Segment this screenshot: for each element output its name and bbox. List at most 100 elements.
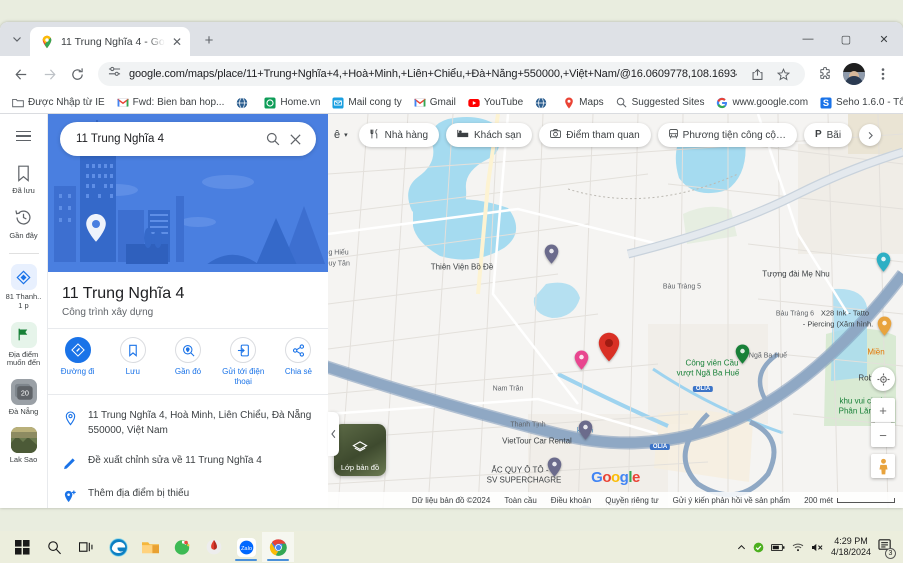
search-button[interactable] — [38, 532, 70, 562]
star-icon[interactable] — [771, 62, 795, 86]
minimize-button[interactable]: — — [789, 22, 827, 56]
rail-item-saved[interactable]: Đã lưu — [0, 162, 48, 196]
monument-marker[interactable] — [876, 252, 891, 272]
bookmark-item[interactable] — [530, 95, 556, 111]
omnibox-actions — [745, 62, 795, 86]
three-dots-icon[interactable] — [871, 62, 895, 86]
bookmark-item[interactable]: Mail cong ty — [327, 95, 406, 111]
bookmark-item[interactable]: Được Nhập từ IE — [7, 95, 110, 111]
close-icon[interactable]: ✕ — [172, 36, 182, 48]
maps-pin-icon — [563, 97, 575, 109]
zalo-button[interactable]: Zalo — [230, 532, 262, 562]
maps-search-bar[interactable]: 11 Trung Nghĩa 4 — [60, 122, 316, 156]
poi-marker[interactable] — [547, 457, 562, 477]
browser-tab[interactable]: 11 Trung Nghĩa 4 - Google Ma ✕ — [30, 27, 190, 56]
task-view-button[interactable] — [70, 532, 102, 562]
bookmark-item[interactable]: Maps — [558, 95, 608, 111]
bookmark-item[interactable]: Home.vn — [259, 95, 325, 111]
clock-date: 4/18/2024 — [830, 547, 871, 557]
selected-place-marker[interactable] — [598, 332, 620, 362]
poi-marker[interactable] — [578, 420, 593, 440]
park-marker[interactable] — [735, 344, 750, 364]
tab-search-button[interactable] — [4, 26, 30, 52]
shopping-marker[interactable] — [574, 350, 589, 370]
extensions-icon[interactable] — [813, 62, 837, 86]
address-bar[interactable]: google.com/maps/place/11+Trung+Nghĩa+4,+… — [98, 62, 805, 86]
svg-text:S: S — [823, 98, 829, 108]
street-view-pegman-icon[interactable] — [871, 454, 895, 478]
bookmark-item[interactable]: Gmail — [409, 95, 461, 111]
hamburger-icon[interactable] — [10, 122, 38, 150]
chip-attractions[interactable]: Điểm tham quan — [539, 123, 651, 147]
footer-link-global[interactable]: Toàn cầu — [504, 496, 536, 505]
chip-restaurants[interactable]: Nhà hàng — [358, 123, 440, 147]
bookmark-item[interactable]: Fwd: Bien ban hop... — [112, 95, 230, 111]
bookmark-item[interactable]: Suggested Sites — [611, 95, 710, 111]
app-green-button[interactable] — [166, 532, 198, 562]
chip-hotels[interactable]: Khách sạn — [446, 123, 533, 147]
language-label: ê — [334, 129, 341, 141]
app-red-button[interactable] — [198, 532, 230, 562]
wifi-icon[interactable] — [792, 542, 804, 552]
file-explorer-button[interactable] — [134, 532, 166, 562]
rail-shortcut-da-nang[interactable]: 20 Đà Nẵng — [0, 378, 48, 417]
nearby-button[interactable]: Gần đó — [160, 337, 215, 387]
bookmark-item[interactable] — [231, 95, 257, 111]
temple-marker[interactable] — [544, 244, 559, 264]
footer-link-terms[interactable]: Điều khoản — [551, 496, 591, 505]
search-input[interactable]: 11 Trung Nghĩa 4 — [76, 133, 262, 145]
footer-link-privacy[interactable]: Quyền riêng tư — [605, 496, 658, 505]
start-button[interactable] — [6, 532, 38, 562]
send-to-phone-button[interactable]: Gửi tới điện thoại — [216, 337, 271, 387]
chip-transit[interactable]: Phương tiện công cộ… — [657, 123, 797, 147]
google-maps-page: Thiên Viện Bồ Đềường Hiếuộc Duy TânBàu T… — [0, 114, 903, 508]
search-hero: 11 Trung Nghĩa 4 — [48, 114, 328, 272]
maximize-button[interactable]: ▢ — [827, 22, 865, 56]
restaurant-marker[interactable] — [877, 316, 892, 336]
battery-icon[interactable] — [770, 543, 785, 552]
notifications-icon[interactable]: 3 — [878, 538, 896, 559]
my-location-icon[interactable] — [871, 367, 895, 391]
map-canvas[interactable]: Thiên Viện Bồ Đềường Hiếuộc Duy TânBàu T… — [328, 114, 903, 508]
new-tab-button[interactable]: + — [196, 27, 222, 53]
mail-icon — [332, 96, 344, 109]
footer-link-feedback[interactable]: Gửi ý kiến phản hồi về sản phẩm — [673, 496, 790, 505]
search-icon[interactable] — [262, 128, 284, 150]
info-row-suggest-edit[interactable]: Đề xuất chỉnh sửa về 11 Trung Nghĩa 4 — [48, 446, 328, 479]
share-button[interactable]: Chia sẻ — [271, 337, 326, 387]
chips-next-button[interactable] — [859, 124, 882, 146]
info-row-address[interactable]: 11 Trung Nghĩa 4, Hoà Minh, Liên Chiểu, … — [48, 401, 328, 446]
bookmark-item[interactable]: www.google.com — [711, 95, 813, 111]
avatar[interactable] — [843, 63, 865, 85]
zoom-in-button[interactable]: + — [871, 398, 895, 422]
save-button[interactable]: Lưu — [105, 337, 160, 387]
collapse-panel-button[interactable] — [328, 412, 339, 456]
chip-parking[interactable]: P Bãi — [803, 123, 853, 147]
address-bar-url: google.com/maps/place/11+Trung+Nghĩa+4,+… — [129, 68, 737, 80]
rail-shortcut-lak-sao[interactable]: Lak Sao — [0, 427, 48, 465]
forward-button[interactable] — [36, 61, 62, 87]
info-row-add-place[interactable]: Thêm địa điểm bị thiếu — [48, 479, 328, 508]
map-layers-button[interactable]: Lớp bản đồ — [334, 424, 386, 476]
shield-green-icon[interactable] — [753, 542, 764, 553]
directions-button[interactable]: Đường đi — [50, 337, 105, 387]
rail-shortcut-81-thanh[interactable]: 81 Thanh.. 1 p — [0, 264, 48, 310]
edge-button[interactable] — [102, 532, 134, 562]
rail-item-recent[interactable]: Gần đây — [0, 207, 48, 241]
clock[interactable]: 4:29 PM 4/18/2024 — [831, 536, 871, 559]
bookmark-item[interactable]: YouTube — [463, 95, 528, 111]
close-icon[interactable] — [284, 128, 306, 150]
back-button[interactable] — [8, 61, 34, 87]
language-selector[interactable]: ê ▾ — [334, 129, 348, 141]
volume-muted-icon[interactable] — [811, 542, 824, 553]
tune-icon[interactable] — [108, 65, 121, 83]
bookmark-item[interactable]: S Seho 1.6.0 - Tổng q... — [815, 95, 903, 111]
rail-shortcut-want-to-go[interactable]: Địa điểm muốn đến — [0, 321, 48, 368]
close-window-button[interactable]: ✕ — [865, 22, 903, 56]
zoom-out-button[interactable]: − — [871, 423, 895, 447]
share-icon[interactable] — [745, 62, 769, 86]
reload-button[interactable] — [64, 61, 90, 87]
chevron-up-icon[interactable] — [737, 543, 746, 552]
window-controls: — ▢ ✕ — [789, 22, 903, 56]
chrome-button[interactable] — [262, 532, 294, 562]
